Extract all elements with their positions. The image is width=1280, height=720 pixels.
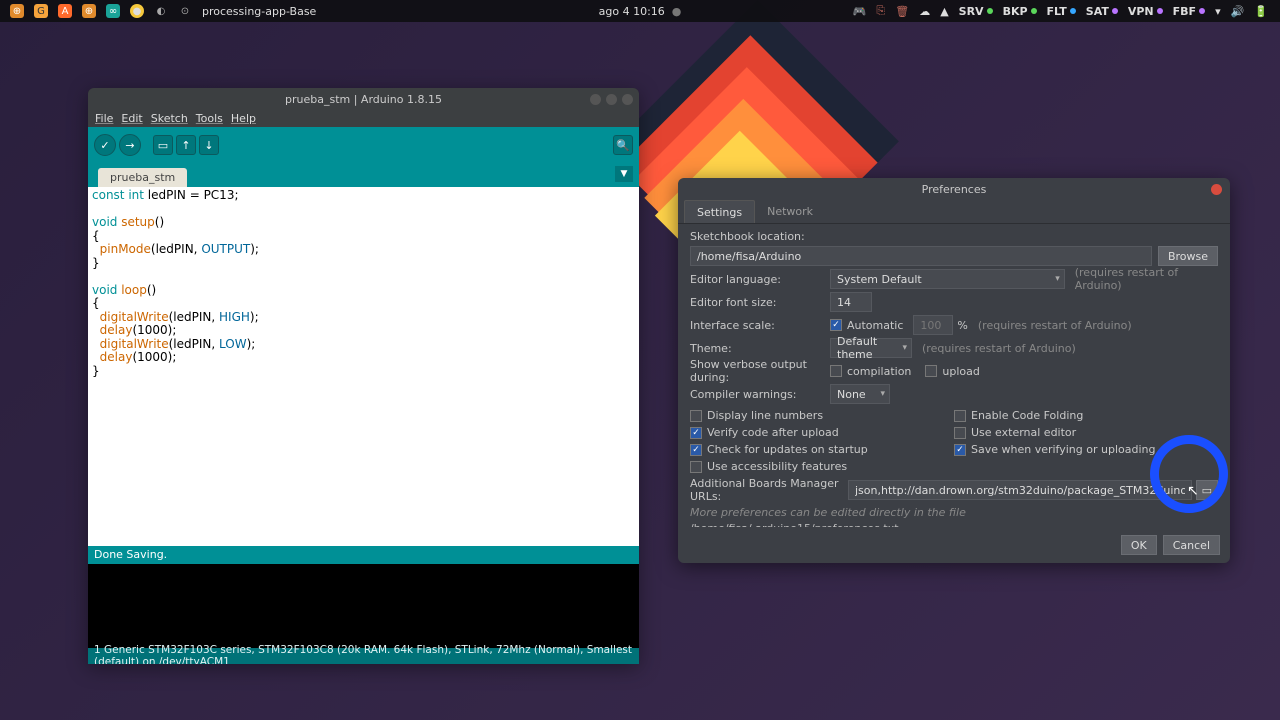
menu-tools[interactable]: Tools: [193, 112, 226, 125]
clock[interactable]: ago 4 10:16 ●: [599, 5, 682, 18]
verify-button[interactable]: ✓: [94, 134, 116, 156]
theme-label: Theme:: [690, 342, 830, 355]
verbose-upload-checkbox[interactable]: [925, 365, 937, 377]
console[interactable]: [88, 564, 639, 648]
menu-bar: File Edit Sketch Tools Help: [88, 110, 639, 127]
external-editor-checkbox[interactable]: [954, 427, 966, 439]
save-verify-checkbox[interactable]: [954, 444, 966, 456]
close-btn[interactable]: [622, 94, 633, 105]
folding-checkbox[interactable]: [954, 410, 966, 422]
menu-edit[interactable]: Edit: [118, 112, 145, 125]
browse-button[interactable]: Browse: [1158, 246, 1218, 266]
boards-url-input[interactable]: [848, 480, 1192, 500]
font-size-input[interactable]: [830, 292, 872, 312]
indicator-flt[interactable]: FLT: [1047, 5, 1076, 18]
dialog-title: Preferences: [922, 183, 987, 196]
tab-menu-dropdown[interactable]: ▼: [615, 166, 633, 182]
tray-icon[interactable]: A: [58, 4, 72, 18]
tray-icon[interactable]: ⊕: [10, 4, 24, 18]
updates-checkbox[interactable]: [690, 444, 702, 456]
tray-icon[interactable]: 🎮: [853, 5, 867, 18]
tray-icon[interactable]: ●: [130, 4, 144, 18]
trash-icon[interactable]: 🗑: [895, 5, 909, 18]
status-bar: Done Saving.: [88, 546, 639, 564]
active-app-title: processing-app-Base: [202, 5, 316, 18]
min-btn[interactable]: [590, 94, 601, 105]
wifi-icon[interactable]: ▾: [1215, 5, 1221, 18]
menu-help[interactable]: Help: [228, 112, 259, 125]
verbose-label: Show verbose output during:: [690, 358, 830, 384]
tray-icon[interactable]: ⊙: [178, 4, 192, 18]
window-title: prueba_stm | Arduino 1.8.15: [285, 93, 442, 106]
close-icon[interactable]: [1211, 184, 1222, 195]
top-panel: ⊕ G A ⊕ ∞ ● ◐ ⊙ processing-app-Base ago …: [0, 0, 1280, 22]
battery-icon[interactable]: 🔋: [1254, 5, 1268, 18]
language-select[interactable]: System Default: [830, 269, 1065, 289]
toolbar: ✓ → ▭ ↑ ↓ 🔍: [88, 127, 639, 163]
warnings-select[interactable]: None: [830, 384, 890, 404]
sketch-tab[interactable]: prueba_stm: [98, 168, 187, 187]
serial-monitor-button[interactable]: 🔍: [613, 135, 633, 155]
tab-network[interactable]: Network: [755, 200, 825, 223]
tray-icon[interactable]: ∞: [106, 4, 120, 18]
indicator-bkp[interactable]: BKP: [1003, 5, 1037, 18]
dialog-titlebar[interactable]: Preferences: [678, 178, 1230, 200]
line-numbers-checkbox[interactable]: [690, 410, 702, 422]
sketch-tabs: prueba_stm ▼: [88, 163, 639, 187]
boards-url-expand-button[interactable]: ▭: [1196, 480, 1218, 500]
save-button[interactable]: ↓: [199, 135, 219, 155]
left-tray: ⊕ G A ⊕ ∞ ● ◐ ⊙: [0, 4, 192, 18]
board-info: 1 Generic STM32F103C series, STM32F103C8…: [88, 648, 639, 664]
cancel-button[interactable]: Cancel: [1163, 535, 1220, 555]
tab-settings[interactable]: Settings: [684, 200, 755, 223]
language-hint: (requires restart of Arduino): [1075, 266, 1218, 292]
verify-checkbox[interactable]: [690, 427, 702, 439]
indicator-fbf[interactable]: FBF: [1173, 5, 1205, 18]
preferences-dialog: Preferences Settings Network Sketchbook …: [678, 178, 1230, 563]
scale-auto-checkbox[interactable]: [830, 319, 842, 331]
tray-icon[interactable]: ⊕: [82, 4, 96, 18]
language-label: Editor language:: [690, 273, 830, 286]
scale-label: Interface scale:: [690, 319, 830, 332]
indicator-sat[interactable]: SAT: [1086, 5, 1118, 18]
new-button[interactable]: ▭: [153, 135, 173, 155]
right-tray: 🎮 ⎘ 🗑 ☁ ▲ SRV BKP FLT SAT VPN FBF ▾ 🔊 🔋: [853, 4, 1280, 18]
accessibility-checkbox[interactable]: [690, 461, 702, 473]
font-label: Editor font size:: [690, 296, 830, 309]
scale-hint: (requires restart of Arduino): [978, 319, 1132, 332]
tray-icon[interactable]: ⎘: [876, 4, 885, 18]
prefs-note1: More preferences can be edited directly …: [690, 506, 1218, 519]
indicator-vpn[interactable]: VPN: [1128, 5, 1163, 18]
tray-icon[interactable]: ◐: [154, 4, 168, 18]
arduino-window: prueba_stm | Arduino 1.8.15 File Edit Sk…: [88, 88, 639, 664]
volume-icon[interactable]: 🔊: [1231, 5, 1245, 18]
menu-file[interactable]: File: [92, 112, 116, 125]
max-btn[interactable]: [606, 94, 617, 105]
warnings-label: Compiler warnings:: [690, 388, 830, 401]
indicator-srv[interactable]: SRV: [959, 5, 993, 18]
upload-button[interactable]: →: [119, 134, 141, 156]
scale-value-input: [913, 315, 953, 335]
verbose-compile-checkbox[interactable]: [830, 365, 842, 377]
tray-icon[interactable]: ☁: [919, 5, 930, 18]
sketchbook-input[interactable]: [690, 246, 1152, 266]
menu-sketch[interactable]: Sketch: [148, 112, 191, 125]
theme-hint: (requires restart of Arduino): [922, 342, 1076, 355]
theme-select[interactable]: Default theme: [830, 338, 912, 358]
sketchbook-label: Sketchbook location:: [690, 230, 1218, 243]
open-button[interactable]: ↑: [176, 135, 196, 155]
code-editor[interactable]: const int ledPIN = PC13; void setup() { …: [88, 187, 639, 546]
tray-icon[interactable]: ▲: [940, 5, 948, 18]
window-titlebar[interactable]: prueba_stm | Arduino 1.8.15: [88, 88, 639, 110]
boards-url-label: Additional Boards Manager URLs:: [690, 477, 848, 503]
tray-icon[interactable]: G: [34, 4, 48, 18]
ok-button[interactable]: OK: [1121, 535, 1157, 555]
prefs-tabs: Settings Network: [678, 200, 1230, 224]
cursor-icon: ↖: [1187, 483, 1199, 499]
